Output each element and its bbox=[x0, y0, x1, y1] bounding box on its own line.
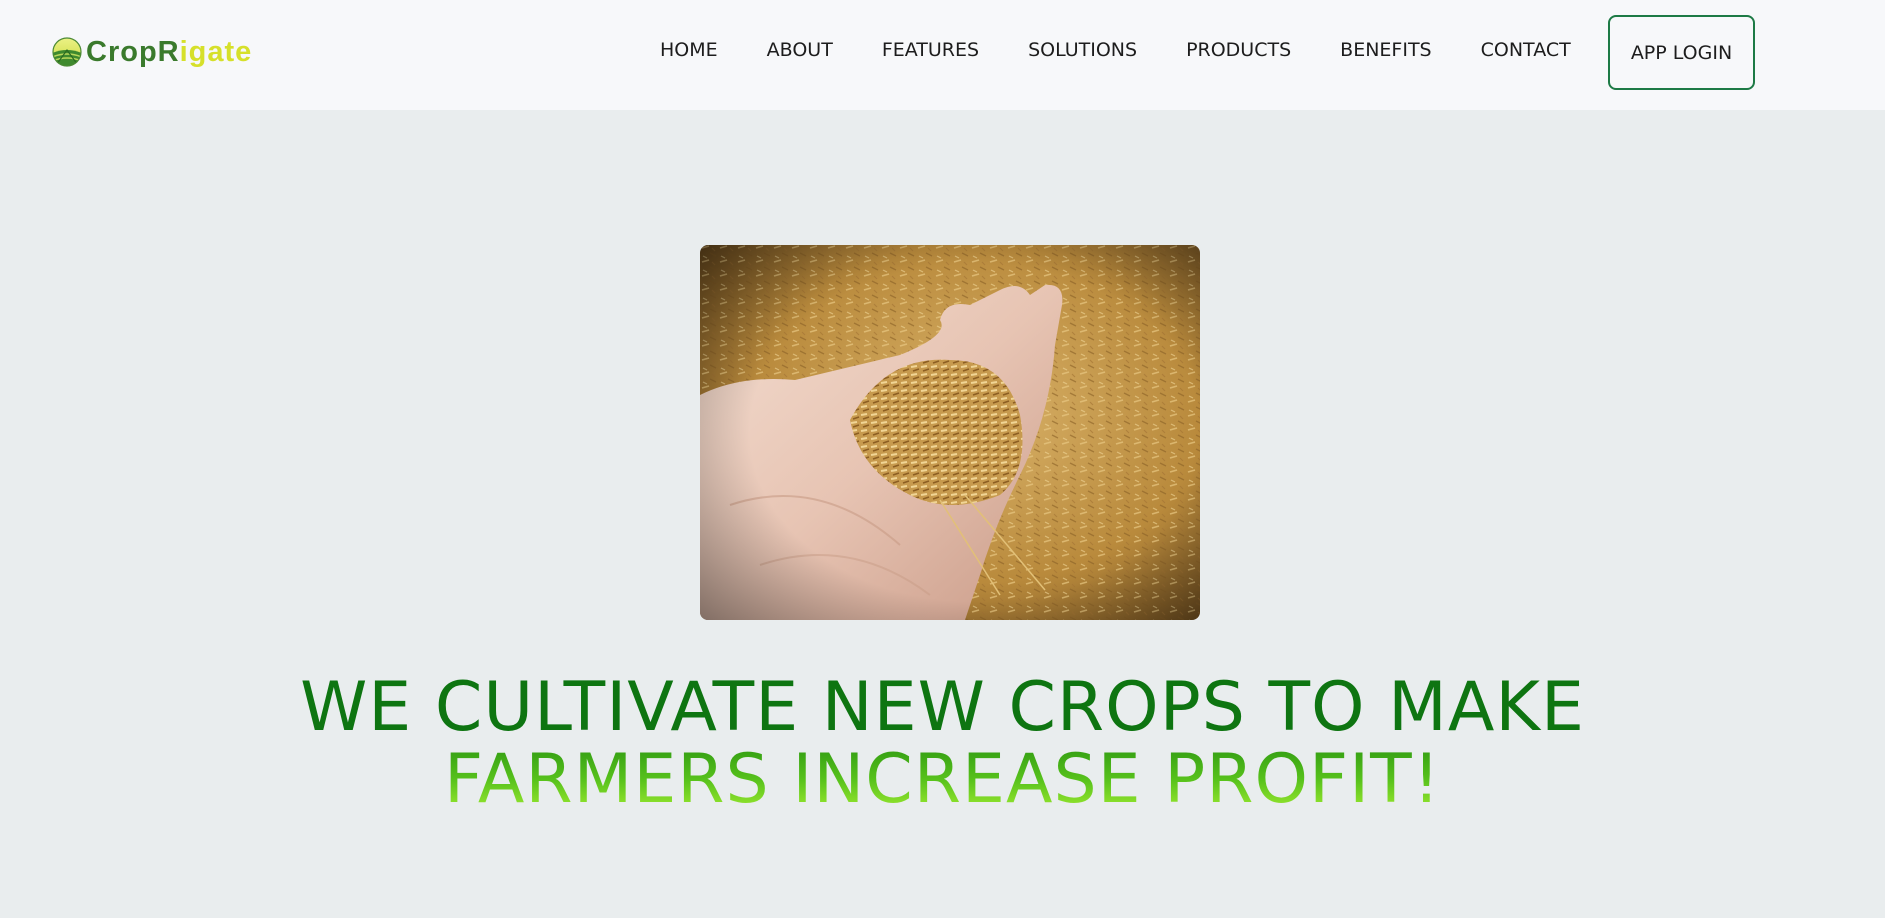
farm-field-globe-icon bbox=[52, 37, 82, 67]
brand-wordmark-part2: igate bbox=[179, 35, 253, 68]
hero-headline: WE CULTIVATE NEW CROPS TO MAKE FARMERS I… bbox=[0, 672, 1885, 816]
nav-item-home[interactable]: HOME bbox=[660, 39, 718, 61]
hand-holding-grain-photo bbox=[700, 245, 1200, 620]
main-nav: HOME ABOUT FEATURES SOLUTIONS PRODUCTS B… bbox=[660, 0, 1571, 100]
brand-wordmark: CropRigate bbox=[86, 35, 253, 68]
brand-wordmark-part1: CropR bbox=[86, 35, 180, 68]
top-navbar: CropRigate HOME ABOUT FEATURES SOLUTIONS… bbox=[0, 0, 1885, 110]
brand-logo[interactable]: CropRigate bbox=[50, 34, 252, 70]
nav-item-contact[interactable]: CONTACT bbox=[1481, 39, 1571, 61]
nav-item-features[interactable]: FEATURES bbox=[882, 39, 979, 61]
app-login-button[interactable]: APP LOGIN bbox=[1608, 15, 1755, 90]
nav-item-about[interactable]: ABOUT bbox=[767, 39, 833, 61]
headline-line-1: WE CULTIVATE NEW CROPS TO MAKE bbox=[300, 668, 1585, 747]
nav-item-products[interactable]: PRODUCTS bbox=[1186, 39, 1291, 61]
nav-item-solutions[interactable]: SOLUTIONS bbox=[1028, 39, 1137, 61]
headline-line-2: FARMERS INCREASE PROFIT! bbox=[0, 744, 1885, 816]
hero-image bbox=[700, 245, 1200, 620]
nav-item-benefits[interactable]: BENEFITS bbox=[1340, 39, 1431, 61]
